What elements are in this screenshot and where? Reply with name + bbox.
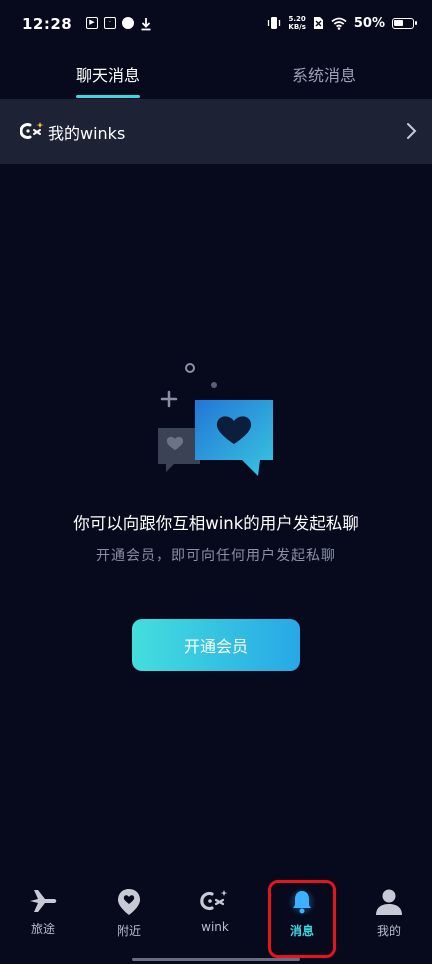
bottom-nav: 旅途 附近 wink 消息 我的 [0,870,432,964]
active-nav-highlight [268,880,336,958]
nav-label-wink: wink [201,920,229,934]
message-tabs: 聊天消息 系统消息 [0,52,432,98]
nav-label-nearby: 附近 [116,924,141,938]
my-winks-banner[interactable]: 我的winks [0,99,432,164]
network-speed-unit: KB/s [288,23,306,31]
media-notification-icon: ▶ [86,17,98,29]
app-notification-icon: · [104,17,116,29]
network-speed-value: 5.20 [288,15,306,23]
home-indicator[interactable] [132,958,300,961]
chat-bubbles-illustration [158,363,273,476]
download-icon [141,18,151,31]
battery-icon [392,17,417,29]
tab-chat-messages[interactable]: 聊天消息 [28,62,188,86]
notification-icons: ▶ · [86,17,152,31]
vibrate-icon [268,17,281,29]
my-winks-label: 我的winks [48,124,126,143]
nav-label-journey: 旅途 [30,922,55,936]
nav-item-me[interactable]: 我的 [346,882,432,939]
active-tab-indicator [76,95,140,98]
wink-nav-icon [200,890,228,911]
battery-percent: 50% [353,15,385,31]
open-membership-button[interactable]: 开通会员 [132,619,300,671]
nav-item-journey[interactable]: 旅途 [0,882,86,937]
status-bar: 12:28 ▶ · 5.20 KB/s 50% [0,0,432,52]
network-speed: 5.20 KB/s [288,15,305,31]
empty-state-subtitle: 开通会员，即可向任何用户发起私聊 [96,548,336,564]
user-icon [376,889,402,915]
messages-screen: 12:28 ▶ · 5.20 KB/s 50% 聊天消息 系统消息 我的wink… [0,0,432,964]
empty-state-title: 你可以向跟你互相wink的用户发起私聊 [73,514,359,533]
system-indicators: 5.20 KB/s 50% [267,15,417,31]
nav-item-nearby[interactable]: 附近 [86,882,172,939]
no-sim-icon [313,17,323,29]
wink-icon [20,122,44,139]
tab-system-messages[interactable]: 系统消息 [244,62,404,86]
wifi-icon [331,17,347,30]
nav-item-wink[interactable]: wink [172,882,258,934]
airplane-icon [30,890,57,912]
check-notification-icon [122,17,134,29]
chevron-right-icon [407,123,417,139]
status-time: 12:28 [22,15,73,33]
nav-label-me: 我的 [376,924,401,938]
location-pin-icon [118,889,140,915]
